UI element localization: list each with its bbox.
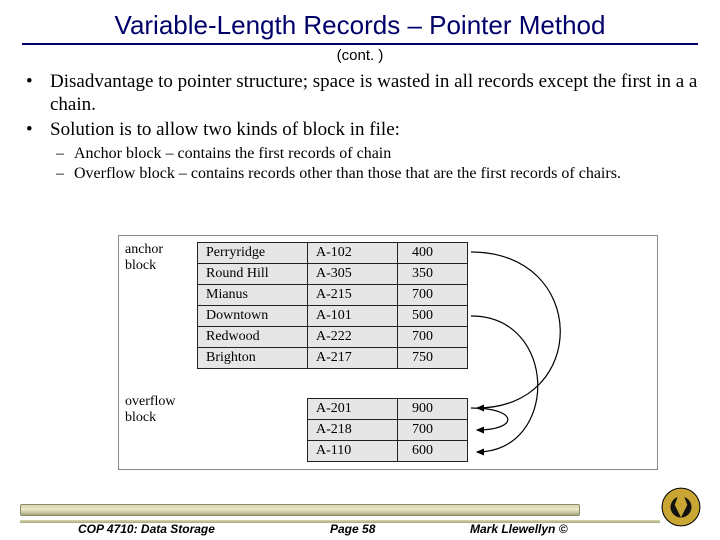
footer-page: Page 58 [330,522,375,536]
overflow-block-label: overflow block [125,394,176,426]
bullet-list: •Disadvantage to pointer structure; spac… [22,70,698,184]
sub-bullet-1: Anchor block – contains the first record… [74,144,391,164]
bullet-2: Solution is to allow two kinds of block … [50,118,400,141]
bullet-1: Disadvantage to pointer structure; space… [50,70,698,116]
anchor-block-label: anchor block [125,242,163,274]
overflow-table: A-201900 A-218700 A-110600 [307,398,468,462]
ucf-logo-icon [660,486,702,528]
anchor-table: PerryridgeA-102400 Round HillA-305350 Mi… [197,242,468,369]
diagram: anchor block overflow block PerryridgeA-… [118,235,658,470]
sub-bullet-2: Overflow block – contains records other … [74,164,621,184]
footer-author: Mark Llewellyn © [470,522,568,536]
slide-subtitle: (cont. ) [22,47,698,64]
slide-title: Variable-Length Records – Pointer Method [22,10,698,45]
footer-course: COP 4710: Data Storage [78,522,215,536]
footer: COP 4710: Data Storage Page 58 Mark Llew… [0,490,720,540]
